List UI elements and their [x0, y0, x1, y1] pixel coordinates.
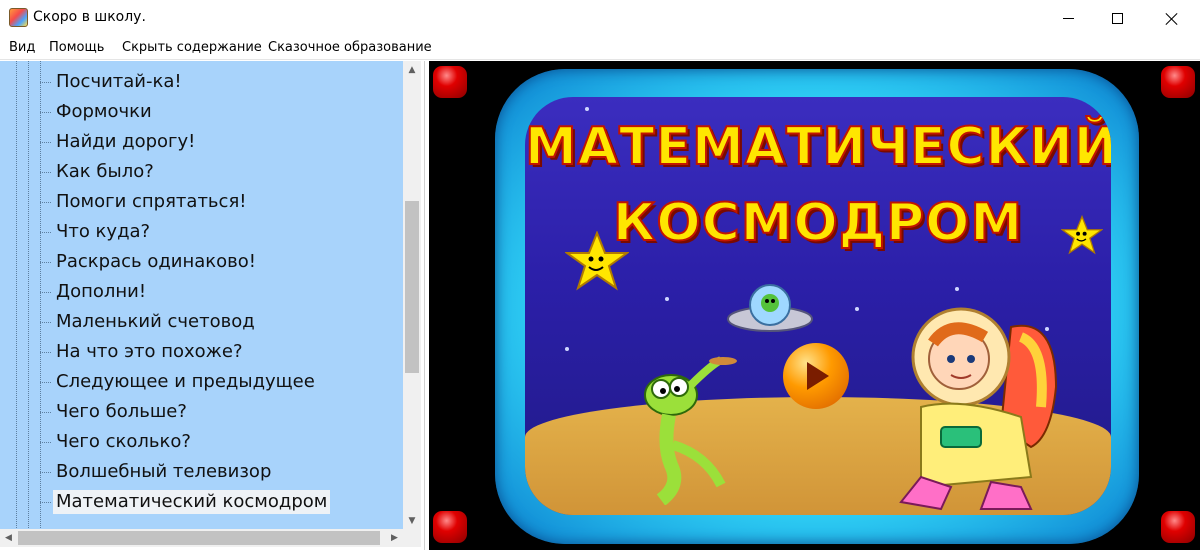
tree-item[interactable]: Чего сколько? — [40, 427, 403, 457]
vertical-scroll-thumb[interactable] — [405, 201, 419, 373]
tree-item-label: Математический космодром — [53, 490, 331, 514]
menu-help[interactable]: Помощь — [49, 40, 104, 55]
tree-item-label: Посчитай-ка! — [56, 71, 182, 92]
tree-item-label: Как было? — [56, 161, 154, 182]
star-dot — [585, 107, 589, 111]
tree-branch-line — [40, 112, 52, 113]
star-dot — [565, 347, 569, 351]
tree-branch-line — [40, 232, 52, 233]
contents-panel: Посчитай-ка! Формочки Найди дорогу! Как был… — [0, 61, 425, 550]
tree-item[interactable]: Найди дорогу! — [40, 127, 403, 157]
flying-saucer-icon — [727, 284, 813, 332]
tree-item[interactable]: Помоги спрятаться! — [40, 187, 403, 217]
play-icon — [807, 362, 829, 390]
minimize-icon — [1062, 17, 1074, 19]
tree-item[interactable]: Что куда? — [40, 217, 403, 247]
tree-item-label: Следующее и предыдущее — [56, 371, 315, 392]
tree-branch-line — [40, 142, 52, 143]
horizontal-scroll-thumb[interactable] — [18, 531, 380, 545]
tree-item-label: Волшебный телевизор — [56, 461, 272, 482]
app-icon — [9, 8, 28, 27]
tree-item[interactable]: Чего больше? — [40, 397, 403, 427]
tree-item-label: Помоги спрятаться! — [56, 191, 247, 212]
tree-guide-line — [28, 61, 29, 529]
menu-hide-contents[interactable]: Скрыть содержание — [122, 40, 262, 55]
tree-branch-line — [40, 442, 52, 443]
tree-item[interactable]: На что это похоже? — [40, 337, 403, 367]
tree-guide-line — [16, 61, 17, 529]
horizontal-scrollbar[interactable]: ◀ ▶ — [0, 529, 403, 547]
maximize-icon — [1111, 12, 1123, 24]
tree-item-label: Чего сколько? — [56, 431, 191, 452]
menu-bar: Вид Помощь Скрыть содержание Сказочное о… — [0, 36, 1200, 60]
minimize-button[interactable] — [1045, 0, 1091, 36]
scroll-up-arrow-icon[interactable]: ▲ — [403, 61, 421, 78]
title-bar: Скоро в школу. — [0, 0, 1200, 36]
tree-item-label: Дополни! — [56, 281, 147, 302]
tree-item[interactable]: Раскрась одинаково! — [40, 247, 403, 277]
red-round-button-icon[interactable] — [1161, 511, 1195, 543]
maximize-button[interactable] — [1094, 0, 1140, 36]
tree-item-label: Формочки — [56, 101, 152, 122]
tree-branch-line — [40, 502, 52, 503]
scroll-left-arrow-icon[interactable]: ◀ — [0, 529, 17, 547]
tree-item[interactable]: Следующее и предыдущее — [40, 367, 403, 397]
red-round-button-icon[interactable] — [1161, 66, 1195, 98]
smiling-star-icon — [565, 231, 629, 291]
tree-branch-line — [40, 202, 52, 203]
tree-item-label: Что куда? — [56, 221, 151, 242]
tree-item[interactable]: Как было? — [40, 157, 403, 187]
tree-item-label: Маленький счетовод — [56, 311, 255, 332]
contents-tree: Посчитай-ка! Формочки Найди дорогу! Как был… — [0, 61, 403, 529]
smiling-star-icon — [1061, 215, 1103, 255]
tree-item-label: Чего больше? — [56, 401, 187, 422]
tree-branch-line — [40, 322, 52, 323]
tree-branch-line — [40, 262, 52, 263]
tree-item-label: На что это похоже? — [56, 341, 243, 362]
tree-item-label: Раскрась одинаково! — [56, 251, 257, 272]
window-title: Скоро в школу. — [33, 9, 146, 25]
tree-item[interactable]: Маленький счетовод — [40, 307, 403, 337]
tree-item[interactable]: Дополни! — [40, 277, 403, 307]
tree-branch-line — [40, 292, 52, 293]
astronaut-boy-icon — [899, 307, 1058, 511]
game-title-line1: МАТЕМАТИЧЕСКИЙ — [525, 116, 1111, 178]
play-button[interactable] — [783, 343, 849, 409]
tree-branch-line — [40, 412, 52, 413]
game-stage: МАТЕМАТИЧЕСКИЙ КОСМОДРОМ — [429, 61, 1200, 550]
tree-item[interactable]: Посчитай-ка! — [40, 67, 403, 97]
red-round-button-icon[interactable] — [433, 66, 467, 98]
close-button[interactable] — [1148, 0, 1194, 36]
tree-item[interactable]: Волшебный телевизор — [40, 457, 403, 487]
tree-branch-line — [40, 82, 52, 83]
scroll-right-arrow-icon[interactable]: ▶ — [386, 529, 403, 547]
menu-view[interactable]: Вид — [9, 40, 35, 55]
tree-branch-line — [40, 352, 52, 353]
red-round-button-icon[interactable] — [433, 511, 467, 543]
game-screen: МАТЕМАТИЧЕСКИЙ КОСМОДРОМ — [525, 97, 1111, 515]
tree-branch-line — [40, 382, 52, 383]
menu-fairy-education[interactable]: Сказочное образование — [268, 40, 432, 55]
close-icon — [1165, 12, 1178, 25]
star-dot — [665, 297, 669, 301]
tree-branch-line — [40, 172, 52, 173]
scroll-down-arrow-icon[interactable]: ▼ — [403, 512, 421, 529]
vertical-scrollbar[interactable]: ▲ ▼ — [403, 61, 421, 529]
tree-branch-line — [40, 472, 52, 473]
scrollbar-corner — [403, 529, 421, 547]
tree-item[interactable]: Формочки — [40, 97, 403, 127]
tree-item-label: Найди дорогу! — [56, 131, 196, 152]
star-dot — [855, 307, 859, 311]
tree-item[interactable]: Математический космодром — [40, 487, 403, 517]
alien-character-icon — [644, 356, 737, 505]
